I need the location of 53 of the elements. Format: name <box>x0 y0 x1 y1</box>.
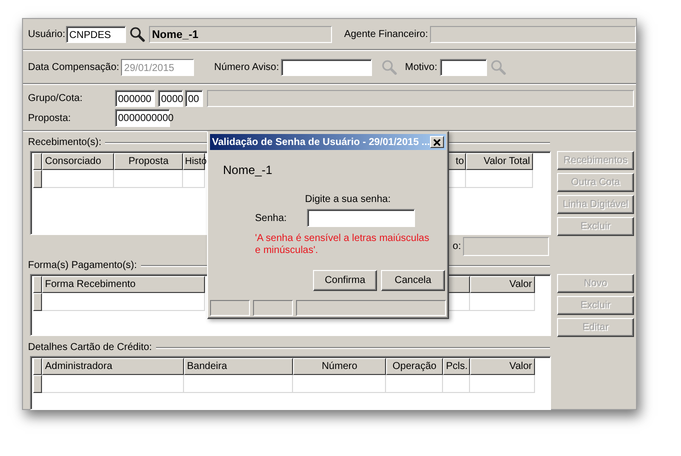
column-header: Operação <box>386 358 443 375</box>
search-icon[interactable] <box>128 26 145 42</box>
field-label: Grupo/Cota: <box>28 92 84 104</box>
column-header: Consorciado <box>42 153 114 170</box>
group-field[interactable]: 000000 <box>115 90 155 106</box>
field-label: Agente Financeiro: <box>344 28 428 40</box>
field-label: Proposta: <box>28 112 72 124</box>
field-label: Data Compensação: <box>28 62 120 72</box>
row-selector[interactable] <box>33 293 42 311</box>
name-field: Nome_-1 <box>148 26 332 42</box>
password-field[interactable] <box>307 209 415 227</box>
table-cell <box>466 170 533 188</box>
table-cell <box>470 375 535 393</box>
digit-field[interactable]: 00 <box>185 90 203 106</box>
field-label: Número Aviso: <box>214 62 280 72</box>
notice-field[interactable] <box>281 58 372 76</box>
row-selector[interactable] <box>33 375 42 393</box>
table-cell <box>470 293 535 311</box>
field-label: Usuário: <box>28 28 66 40</box>
table-cell <box>183 170 205 188</box>
column-header: Proposta <box>114 153 183 170</box>
close-icon <box>433 138 441 146</box>
section-title: Forma(s) Pagamento(s): <box>28 260 137 271</box>
column-header: Forma Recebimento <box>42 276 205 293</box>
section-title: Detalhes Cartão de Crédito: <box>28 342 152 353</box>
status-pane <box>210 300 250 316</box>
table-cell <box>42 170 114 188</box>
status-pane <box>253 300 293 316</box>
dialog-button[interactable]: Cancela <box>381 270 445 291</box>
dialog-title: Validação de Senha de Usuário - 29/01/2015 ... <box>212 136 430 148</box>
field-label: o: <box>452 241 461 252</box>
reason-field[interactable] <box>440 58 488 76</box>
table-cell <box>114 170 183 188</box>
column-header: Pcls. <box>443 358 470 375</box>
user-name: Nome_-1 <box>223 163 274 177</box>
row-selector[interactable] <box>33 170 42 188</box>
close-button[interactable] <box>430 136 444 148</box>
section-title: Recebimento(s): <box>28 137 102 148</box>
column-header: Valor <box>470 358 535 375</box>
dialog-button[interactable]: Confirma <box>313 270 377 291</box>
column-header: Bandeira <box>184 358 293 375</box>
field-label: Motivo: <box>405 62 438 72</box>
field-label: Senha: <box>255 212 288 224</box>
warning-text: 'A senha é sensível a letras maiúsculas e minúsculas'. <box>255 233 430 257</box>
column-header: Número <box>293 358 386 375</box>
column-header: Valor <box>470 276 535 293</box>
table-cell <box>386 375 443 393</box>
quota-field[interactable]: 0000 <box>158 90 183 106</box>
user-field[interactable]: CNPDES <box>66 26 126 42</box>
prompt-text: Digite a sua senha: <box>305 194 392 205</box>
table-cell <box>443 375 470 393</box>
column-header: Valor Total <box>466 153 533 170</box>
column-header: Administradora <box>42 358 184 375</box>
